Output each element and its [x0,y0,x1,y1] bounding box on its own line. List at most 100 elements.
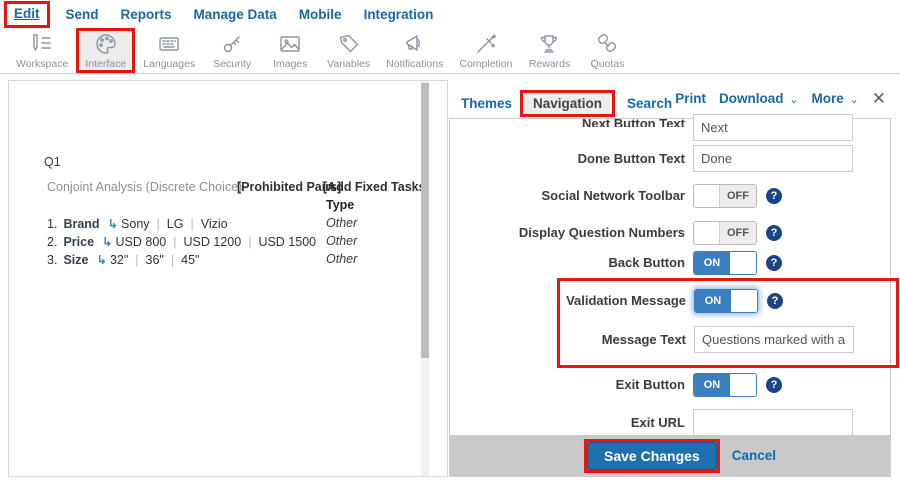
back-button-toggle[interactable]: ON [693,251,757,275]
conjoint-attribute-row: 3.Size↳32"|36"|45" [47,252,199,267]
toggle-state-label: ON [694,252,730,274]
field-label: Display Question Numbers [450,221,685,240]
message-text-input[interactable] [694,326,854,353]
pipe-separator: | [171,253,174,267]
nav-item-reports[interactable]: Reports [121,7,172,22]
toolbar-item-variables[interactable]: Variables [319,28,378,73]
attribute-option: USD 1200 [184,235,242,249]
tab-navigation[interactable]: Navigation [520,90,615,117]
toolbar-item-label: Workspace [16,58,68,70]
attribute-option: 45" [181,253,199,267]
form-row-back-button: Back Button ON ? [450,251,890,275]
pipe-separator: | [190,217,193,231]
exit-button-toggle[interactable]: ON [693,373,757,397]
field-label: Social Network Toolbar [450,184,685,203]
field-label: Exit URL [450,409,685,430]
pipe-separator: | [135,253,138,267]
close-icon[interactable]: ✕ [872,90,886,107]
help-icon[interactable]: ? [766,225,782,241]
toolbar-item-quotas[interactable]: Quotas [578,28,636,73]
download-label: Download [719,91,784,106]
toolbar-item-label: Notifications [386,58,443,70]
annotation-box-save: Save Changes [584,439,720,473]
scrollbar-thumb[interactable] [421,83,429,358]
field-label: Exit Button [450,373,685,392]
field-label: Next Button Text [450,114,685,127]
toolbar-item-label: Languages [143,58,195,70]
field-label: Message Text [560,326,686,347]
attribute-name: Size [63,253,88,267]
done-button-text-input[interactable] [693,145,853,172]
toolbar-item-label: Interface [85,58,126,70]
toolbar-item-label: Rewards [529,58,570,70]
save-changes-button[interactable]: Save Changes [587,442,717,470]
toolbar-item-label: Images [273,58,307,70]
nav-item-send[interactable]: Send [66,7,99,22]
display-question-numbers-toggle[interactable]: OFF [693,221,757,245]
exit-url-input[interactable] [693,409,853,436]
toolbar-item-completion[interactable]: Completion [451,28,520,73]
toolbar-item-security[interactable]: Security [203,28,261,73]
tab-search[interactable]: Search [627,96,672,111]
field-label: Validation Message [560,289,686,308]
toolbar-item-workspace[interactable]: Workspace [8,28,76,73]
toggle-state-label: OFF [720,222,756,244]
image-icon [277,31,303,57]
toolbar-item-languages[interactable]: Languages [135,28,203,73]
toggle-state-label: OFF [720,185,756,207]
question-type-label: Conjoint Analysis (Discrete Choice) [47,180,242,194]
left-panel-scrollbar[interactable] [421,81,429,476]
add-fixed-tasks-link[interactable]: [Add Fixed Tasks [323,180,426,194]
attribute-option: Sony [121,217,150,231]
conjoint-attribute-row: 1.Brand↳Sony|LG|Vizio [47,216,228,231]
help-icon[interactable]: ? [766,255,782,271]
attribute-option: USD 1500 [258,235,316,249]
help-icon[interactable]: ? [766,188,782,204]
toolbar-item-images[interactable]: Images [261,28,319,73]
chevron-down-icon: ⌄ [850,94,859,106]
annotation-box-validation: Validation Message ON ? Message Text [557,278,899,368]
toggle-state-label: ON [695,290,731,312]
toggle-knob [730,252,756,274]
toolbar-item-interface[interactable]: Interface [76,28,135,73]
toggle-knob [694,185,720,207]
more-label: More [812,91,844,106]
attribute-option: 32" [110,253,128,267]
form-row-validation-message: Validation Message ON ? [560,289,896,313]
help-icon[interactable]: ? [767,293,783,309]
nav-item-manage-data[interactable]: Manage Data [194,7,277,22]
attribute-type-value: Other [326,234,357,248]
help-icon[interactable]: ? [766,377,782,393]
toolbar-item-label: Quotas [591,58,625,70]
top-nav: Edit Send Reports Manage Data Mobile Int… [0,0,900,28]
toggle-knob [694,222,720,244]
attribute-option: 36" [146,253,164,267]
nav-item-integration[interactable]: Integration [364,7,434,22]
print-link[interactable]: Print [675,91,706,106]
toggle-state-label: ON [694,374,730,396]
navigation-settings-form: Next Button Text Done Button Text Social… [449,118,891,477]
attribute-option: LG [167,217,184,231]
tab-themes[interactable]: Themes [461,96,512,111]
toolbar-item-notifications[interactable]: Notifications [378,28,451,73]
nav-item-mobile[interactable]: Mobile [299,7,342,22]
question-code: Q1 [44,155,61,169]
form-row-social-network-toolbar: Social Network Toolbar OFF ? [450,184,890,208]
form-row-exit-button: Exit Button ON ? [450,373,890,397]
row-number: 1. [47,217,57,231]
pipe-separator: | [157,217,160,231]
more-link[interactable]: More ⌄ [812,91,859,106]
form-row-exit-url: Exit URL [450,409,890,436]
nav-item-edit[interactable]: Edit [14,6,40,21]
cancel-link[interactable]: Cancel [732,448,776,463]
next-button-text-input[interactable] [693,114,853,141]
annotation-box-edit: Edit [4,1,50,28]
validation-message-toggle[interactable]: ON [694,289,758,313]
row-number: 3. [47,253,57,267]
social-network-toolbar-toggle[interactable]: OFF [693,184,757,208]
branch-arrow-icon: ↳ [102,235,112,249]
form-row-done-button-text: Done Button Text [450,145,890,172]
download-link[interactable]: Download ⌄ [719,91,798,106]
form-row-next-button-text: Next Button Text [450,114,890,141]
toolbar-item-rewards[interactable]: Rewards [520,28,578,73]
